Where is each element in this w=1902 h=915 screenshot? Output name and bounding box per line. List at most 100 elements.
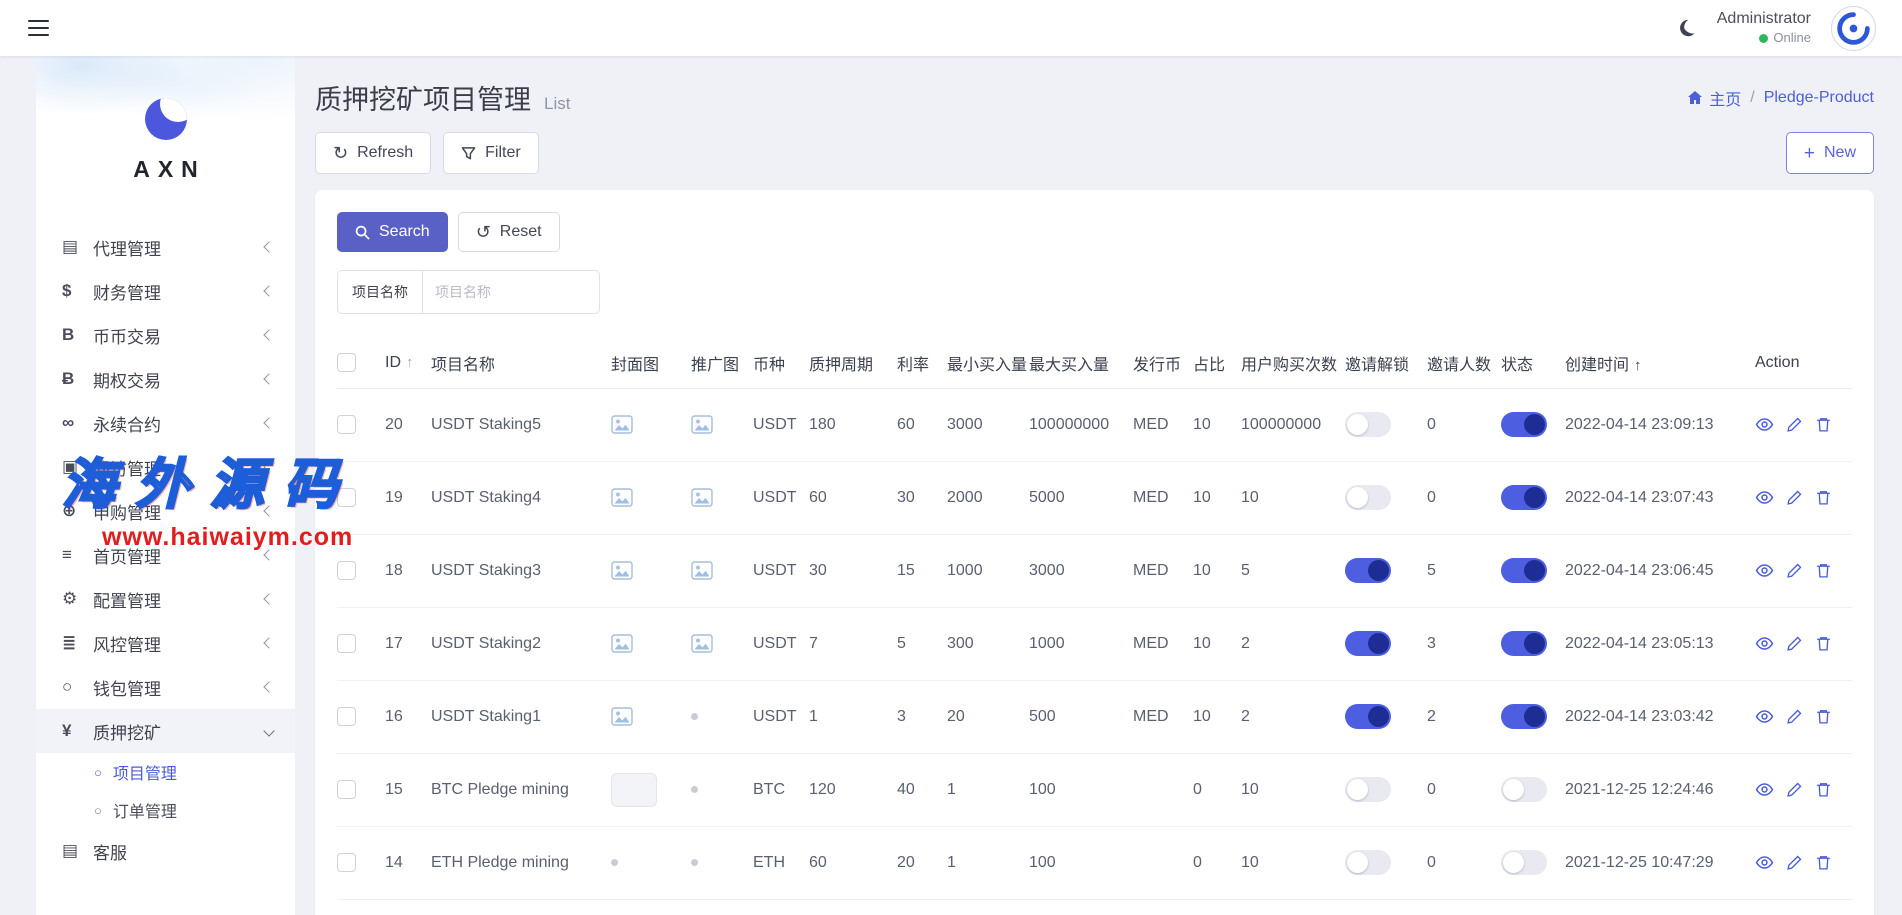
sidebar-subitem-11-0[interactable]: ○项目管理 (36, 753, 295, 791)
invite-unlock-toggle[interactable] (1345, 850, 1391, 875)
column-header-created_at[interactable]: 创建时间↑ (1565, 338, 1755, 388)
chevron-left-icon (263, 593, 274, 604)
view-button[interactable] (1755, 488, 1774, 507)
cell-buy_count: 5 (1241, 562, 1250, 579)
circle-icon: ○ (94, 804, 102, 817)
sidebar-item-1[interactable]: $财务管理 (36, 269, 295, 313)
cell-period: 30 (809, 562, 827, 579)
table-header-row: ID↑项目名称封面图推广图币种质押周期利率最小买入量最大买入量发行币占比用户购买… (337, 338, 1852, 388)
delete-button[interactable] (1815, 562, 1832, 579)
search-button[interactable]: Search (337, 212, 448, 252)
row-checkbox[interactable] (337, 561, 356, 580)
breadcrumb-current[interactable]: Pledge-Product (1764, 89, 1874, 107)
edit-button[interactable] (1786, 562, 1803, 579)
refresh-button[interactable]: ↻ Refresh (315, 132, 431, 174)
delete-button[interactable] (1815, 781, 1832, 798)
project-name-filter: 项目名称 (337, 270, 1852, 314)
dark-mode-toggle[interactable] (1675, 17, 1697, 39)
status-toggle[interactable] (1501, 777, 1547, 802)
cell-invite_count: 0 (1427, 489, 1436, 506)
project-name-input[interactable] (422, 270, 600, 314)
delete-button[interactable] (1815, 854, 1832, 871)
status-toggle[interactable] (1501, 631, 1547, 656)
status-toggle[interactable] (1501, 558, 1547, 583)
sidebar-item-5[interactable]: ▣回访管理 (36, 445, 295, 489)
invite-unlock-toggle[interactable] (1345, 777, 1391, 802)
invite-unlock-toggle[interactable] (1345, 558, 1391, 583)
status-toggle[interactable] (1501, 412, 1547, 437)
cell-rate: 3 (897, 708, 906, 725)
delete-button[interactable] (1815, 708, 1832, 725)
edit-button[interactable] (1786, 489, 1803, 506)
edit-button[interactable] (1786, 781, 1803, 798)
delete-button[interactable] (1815, 489, 1832, 506)
invite-unlock-toggle[interactable] (1345, 631, 1391, 656)
filter-button[interactable]: Filter (443, 132, 539, 174)
delete-button[interactable] (1815, 635, 1832, 652)
sort-arrow-icon[interactable]: ↑ (406, 354, 414, 371)
wallet-icon: ○ (62, 677, 93, 697)
cell-ratio: 10 (1193, 489, 1211, 506)
reset-button[interactable]: ↺ Reset (458, 212, 560, 252)
delete-button[interactable] (1815, 416, 1832, 433)
sidebar-item-6[interactable]: ⊕申购管理 (36, 489, 295, 533)
table-body: 20USDT Staking5USDT180603000100000000MED… (337, 388, 1852, 915)
new-button[interactable]: + New (1786, 132, 1874, 174)
sidebar-item-11[interactable]: ¥质押挖矿 (36, 709, 295, 753)
view-button[interactable] (1755, 634, 1774, 653)
view-button[interactable] (1755, 853, 1774, 872)
view-button[interactable] (1755, 415, 1774, 434)
row-checkbox[interactable] (337, 853, 356, 872)
hamburger-menu-button[interactable] (26, 14, 51, 42)
sidebar-item-12[interactable]: ▤客服 (36, 829, 295, 873)
user-avatar[interactable] (1831, 6, 1876, 51)
sidebar-item-3[interactable]: Ƀ期权交易 (36, 357, 295, 401)
sidebar-item-label: 配置管理 (93, 587, 265, 612)
toggle-knob (1524, 487, 1545, 508)
column-header-id[interactable]: ID↑ (385, 338, 431, 388)
column-header-action: Action (1755, 338, 1852, 388)
column-header-buy_count: 用户购买次数 (1241, 338, 1345, 388)
invite-unlock-toggle[interactable] (1345, 412, 1391, 437)
view-button[interactable] (1755, 707, 1774, 726)
view-button[interactable] (1755, 561, 1774, 580)
cell-period: 180 (809, 416, 836, 433)
globe-icon: ⊕ (62, 501, 93, 521)
cell-period: 60 (809, 854, 827, 871)
sidebar-item-2[interactable]: B币币交易 (36, 313, 295, 357)
sidebar-item-4[interactable]: ∞永续合约 (36, 401, 295, 445)
toggle-knob (1524, 633, 1545, 654)
row-checkbox[interactable] (337, 707, 356, 726)
edit-button[interactable] (1786, 416, 1803, 433)
brand-logo[interactable]: AXN (36, 56, 295, 183)
sidebar-item-9[interactable]: ≣风控管理 (36, 621, 295, 665)
cell-coin: USDT (753, 708, 797, 725)
invite-unlock-toggle[interactable] (1345, 704, 1391, 729)
cell-max_buy: 100 (1029, 854, 1056, 871)
select-all-checkbox[interactable] (337, 353, 356, 372)
row-checkbox[interactable] (337, 634, 356, 653)
status-toggle[interactable] (1501, 850, 1547, 875)
edit-button[interactable] (1786, 854, 1803, 871)
sidebar-item-10[interactable]: ○钱包管理 (36, 665, 295, 709)
row-checkbox[interactable] (337, 780, 356, 799)
sidebar-item-label: 钱包管理 (93, 675, 265, 700)
sidebar-subitem-11-1[interactable]: ○订单管理 (36, 791, 295, 829)
column-label: 最小买入量 (947, 357, 1027, 374)
invite-unlock-toggle[interactable] (1345, 485, 1391, 510)
sidebar-item-7[interactable]: ≡首页管理 (36, 533, 295, 577)
row-checkbox[interactable] (337, 415, 356, 434)
cell-invite_count: 2 (1427, 708, 1436, 725)
sort-arrow-icon[interactable]: ↑ (1634, 357, 1642, 374)
view-button[interactable] (1755, 780, 1774, 799)
edit-button[interactable] (1786, 708, 1803, 725)
edit-button[interactable] (1786, 635, 1803, 652)
sidebar-item-0[interactable]: ▤代理管理 (36, 225, 295, 269)
list-card: Search ↺ Reset 项目名称 ID↑项目名称封面图推广图币种质押周期利… (315, 190, 1874, 915)
breadcrumb-home-link[interactable]: 主页 (1687, 86, 1741, 110)
row-checkbox[interactable] (337, 488, 356, 507)
status-toggle[interactable] (1501, 485, 1547, 510)
sidebar-item-8[interactable]: ⚙配置管理 (36, 577, 295, 621)
cell-buy_count: 10 (1241, 489, 1259, 506)
status-toggle[interactable] (1501, 704, 1547, 729)
